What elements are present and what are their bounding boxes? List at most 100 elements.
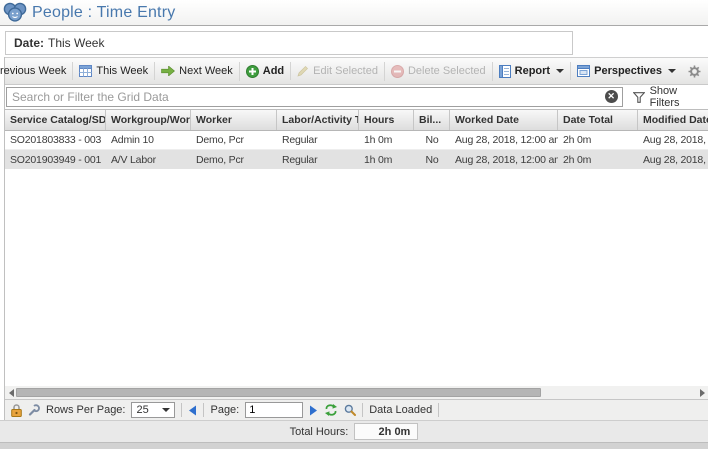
clear-search-icon[interactable]: ✕ <box>605 90 618 103</box>
divider <box>438 403 439 417</box>
date-value: This Week <box>48 36 104 50</box>
edit-selected-button[interactable]: Edit Selected <box>290 62 384 80</box>
cell-labor-activity: Regular <box>277 134 359 146</box>
cell-hours: 1h 0m <box>359 154 414 166</box>
pagination-bar: Rows Per Page: 25 Page: Data Loaded <box>5 399 708 420</box>
cell-service-catalog: SO201803833 - 003 <box>5 134 106 146</box>
page-label: Page: <box>210 404 239 416</box>
scrollbar-thumb[interactable] <box>16 388 541 397</box>
title-bar: People : Time Entry <box>0 0 708 26</box>
report-button[interactable]: Report <box>492 62 570 81</box>
add-icon <box>246 65 259 78</box>
show-filters-label: Show Filters <box>650 85 708 109</box>
table-row[interactable]: SO201803833 - 003 Admin 10 Demo, Pcr Reg… <box>5 131 708 150</box>
edit-selected-label: Edit Selected <box>313 65 378 77</box>
refresh-button[interactable] <box>324 404 338 416</box>
rows-per-page-label: Rows Per Page: <box>46 404 125 416</box>
report-icon <box>499 65 511 78</box>
next-week-label: Next Week <box>179 65 233 77</box>
chevron-down-icon <box>556 69 564 73</box>
column-header-hours[interactable]: Hours <box>359 110 414 130</box>
column-header-worked-date[interactable]: Worked Date <box>450 110 558 130</box>
search-row: ✕ Show Filters <box>5 85 708 110</box>
perspectives-button[interactable]: Perspectives <box>570 62 682 80</box>
perspectives-label: Perspectives <box>594 65 662 77</box>
table-row[interactable]: SO201903949 - 001 A/V Labor Demo, Pcr Re… <box>5 150 708 169</box>
cell-hours: 1h 0m <box>359 134 414 146</box>
cell-workgroup: A/V Labor <box>106 154 191 166</box>
grid-toolbar: Previous Week This Week Next Week Add Ed… <box>5 57 708 85</box>
next-week-button[interactable]: Next Week <box>154 62 239 80</box>
cell-billable: No <box>414 134 450 146</box>
cell-worked-date: Aug 28, 2018, 12:00 am <box>450 134 558 146</box>
cell-worker: Demo, Pcr <box>191 154 277 166</box>
horizontal-scrollbar[interactable] <box>5 386 708 399</box>
pencil-icon <box>297 65 309 77</box>
page-title: People : Time Entry <box>32 4 175 22</box>
this-week-label: This Week <box>96 65 148 77</box>
previous-page-button[interactable] <box>188 405 197 416</box>
perspectives-icon <box>577 65 590 77</box>
column-header-modified-date[interactable]: Modified Date <box>638 110 708 130</box>
report-label: Report <box>515 65 550 77</box>
date-filter-panel[interactable]: Date: This Week <box>5 31 573 55</box>
column-header-worker[interactable]: Worker <box>191 110 277 130</box>
time-entry-grid-panel: Previous Week This Week Next Week Add Ed… <box>4 57 708 420</box>
grid-empty-area <box>5 169 708 386</box>
search-input[interactable] <box>6 87 623 107</box>
divider <box>362 403 363 417</box>
calendar-icon <box>79 65 92 77</box>
cell-worked-date: Aug 28, 2018, 12:00 am <box>450 154 558 166</box>
prev-page-icon <box>188 405 197 416</box>
grid-settings-button[interactable] <box>682 65 705 78</box>
people-group-icon <box>3 2 27 23</box>
delete-selected-button[interactable]: Delete Selected <box>384 62 492 81</box>
rows-per-page-select[interactable]: 25 <box>131 402 175 418</box>
scroll-right-icon[interactable] <box>697 387 707 398</box>
column-header-service-catalog[interactable]: Service Catalog/SD # <box>5 110 106 130</box>
wrench-icon[interactable] <box>28 404 40 416</box>
delete-icon <box>391 65 404 78</box>
scroll-left-icon[interactable] <box>6 387 16 398</box>
cell-date-total: 2h 0m <box>558 134 638 146</box>
previous-week-button[interactable]: Previous Week <box>0 62 72 80</box>
chevron-down-icon <box>162 408 170 412</box>
next-page-button[interactable] <box>309 405 318 416</box>
total-hours-value: 2h 0m <box>354 423 418 440</box>
show-filters-button[interactable]: Show Filters <box>633 85 708 109</box>
date-label: Date: <box>14 36 44 50</box>
magnifier-icon <box>344 404 356 416</box>
column-header-billable[interactable]: Bil... <box>414 110 450 130</box>
this-week-button[interactable]: This Week <box>72 62 154 80</box>
delete-selected-label: Delete Selected <box>408 65 486 77</box>
column-header-labor-activity[interactable]: Labor/Activity T... <box>277 110 359 130</box>
status-text: Data Loaded <box>369 404 432 416</box>
cell-date-total: 2h 0m <box>558 154 638 166</box>
next-page-icon <box>309 405 318 416</box>
divider <box>203 403 204 417</box>
cell-worker: Demo, Pcr <box>191 134 277 146</box>
add-label: Add <box>263 65 284 77</box>
cell-labor-activity: Regular <box>277 154 359 166</box>
total-hours-label: Total Hours: <box>290 426 349 438</box>
column-header-date-total[interactable]: Date Total <box>558 110 638 130</box>
summary-bar: Total Hours: 2h 0m <box>0 420 708 442</box>
gear-icon <box>688 65 701 78</box>
add-button[interactable]: Add <box>239 62 290 81</box>
page-input[interactable] <box>245 402 303 418</box>
chevron-down-icon <box>668 69 676 73</box>
cell-service-catalog: SO201903949 - 001 <box>5 154 106 166</box>
cell-workgroup: Admin 10 <box>106 134 191 146</box>
previous-week-label: Previous Week <box>0 65 66 77</box>
green-right-arrow-icon <box>161 66 175 76</box>
refresh-icon <box>324 404 338 416</box>
cell-billable: No <box>414 154 450 166</box>
cell-modified-date: Aug 28, 2018, 1:34 p <box>638 154 708 166</box>
funnel-icon <box>633 92 645 103</box>
rows-per-page-value: 25 <box>136 404 148 416</box>
search-grid-button[interactable] <box>344 404 356 416</box>
cell-modified-date: Aug 28, 2018, 2:31 p <box>638 134 708 146</box>
column-header-workgroup[interactable]: Workgroup/Wor... <box>106 110 191 130</box>
lock-icon[interactable] <box>11 404 22 417</box>
divider <box>181 403 182 417</box>
